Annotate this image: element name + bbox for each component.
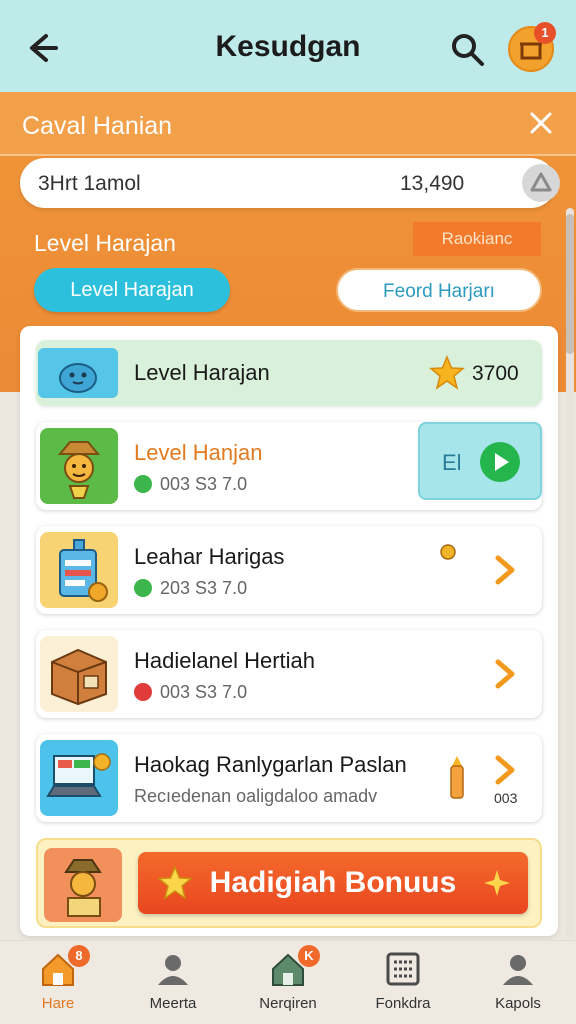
chevron-right-icon[interactable] — [486, 656, 522, 692]
ranking-tag[interactable]: Raokianc — [413, 222, 541, 256]
bonus-thumbnail — [44, 848, 122, 922]
filter-button[interactable] — [522, 164, 560, 202]
nav-item-nerqiren[interactable]: K Nerqiren — [230, 941, 346, 1024]
sparkle-icon — [484, 870, 510, 896]
grid-icon — [386, 952, 420, 986]
bonus-button[interactable]: Hadigiah Bonuus — [138, 852, 528, 914]
torch-icon — [450, 756, 464, 799]
bonus-button-label: Hadigiah Bonuus — [209, 866, 457, 899]
nav-badge: K — [298, 945, 320, 967]
panel-close-button[interactable] — [526, 108, 556, 138]
creature-icon — [59, 363, 97, 393]
crate-icon — [51, 648, 107, 706]
list-item-subtitle: 003 S3 7.0 — [134, 682, 247, 703]
crate-thumbnail — [40, 636, 118, 712]
bottom-navigation: 8 Hare Meerta K Nerqiren Fonkdra Kapols — [0, 940, 576, 1024]
list-item-leahar-harigas[interactable]: Leahar Harigas 203 S3 7.0 — [36, 526, 542, 614]
play-icon — [480, 442, 520, 482]
nav-badge: 8 — [68, 945, 90, 967]
search-button[interactable] — [448, 30, 488, 70]
coin-icon — [440, 544, 456, 560]
scrollbar-thumb[interactable] — [566, 214, 574, 354]
top-app-bar: Kesudgan 1 — [0, 0, 576, 92]
nav-label: Kapols — [495, 995, 541, 1012]
bottle-thumbnail — [40, 532, 118, 608]
play-action-label: El — [442, 450, 462, 475]
panel-title: Caval Hanian — [22, 112, 173, 140]
featured-thumbnail — [38, 348, 118, 398]
search-amount: 13,490 — [400, 172, 465, 195]
featured-title: Level Harajan — [134, 360, 270, 385]
featured-row[interactable]: Level Harajan 3700 — [36, 340, 542, 406]
section-label: Level Harajan — [34, 230, 176, 256]
profile-icon — [503, 955, 533, 985]
farmer-thumbnail — [40, 428, 118, 504]
bonus-row: Hadigiah Bonuus — [36, 838, 542, 928]
status-dot-red — [134, 683, 152, 701]
nav-label: Meerta — [149, 995, 197, 1012]
status-dot-green — [134, 475, 152, 493]
nav-item-meerta[interactable]: Meerta — [115, 941, 231, 1024]
page-title: Kesudgan — [215, 30, 361, 63]
list-item-title: Level Hanjan — [134, 440, 263, 465]
search-input[interactable]: 3Hrt 1amol 13,490 — [20, 158, 560, 208]
nav-label: Hare — [41, 995, 75, 1012]
list-item-title: Haokag Ranlygarlan Paslan — [134, 752, 407, 777]
panel-header: Caval Hanian — [0, 92, 576, 156]
laptop-icon — [46, 753, 111, 797]
profile-avatar-button[interactable]: 1 — [508, 22, 556, 72]
nav-label: Nerqiren — [259, 995, 317, 1012]
list-item-subtitle: Recıedenan oaligdaloo amadv — [134, 786, 378, 806]
list-item-subtitle: 003 S3 7.0 — [134, 474, 247, 495]
nav-item-home[interactable]: 8 Hare — [0, 941, 116, 1024]
list-item-title: Leahar Harigas — [134, 544, 285, 569]
list-item-meta: 003 S3 7.0 — [160, 682, 248, 702]
list-item-haokag-ranlygarlan[interactable]: Haokag Ranlygarlan Paslan Recıedenan oal… — [36, 734, 542, 822]
user-icon — [158, 955, 188, 985]
star-icon — [429, 355, 465, 390]
list-item-level-hanjan[interactable]: Level Hanjan 003 S3 7.0 El — [36, 422, 542, 510]
featured-score: 3700 — [472, 362, 519, 385]
list-item-meta: 003 S3 7.0 — [160, 474, 248, 494]
list-item-meta: 203 S3 7.0 — [160, 578, 248, 598]
chevron-right-icon[interactable] — [486, 752, 522, 788]
nav-item-fonkdra[interactable]: Fonkdra — [345, 941, 461, 1024]
nav-item-kapols[interactable]: Kapols — [460, 941, 576, 1024]
play-action-button[interactable]: El — [418, 422, 542, 500]
close-x-icon — [530, 112, 552, 134]
laptop-thumbnail — [40, 740, 118, 816]
status-dot-green — [134, 579, 152, 597]
list-item-extra: 003 — [494, 790, 518, 806]
bottle-icon — [59, 539, 108, 602]
list-item-subtitle: 203 S3 7.0 — [134, 578, 247, 599]
star-icon — [157, 865, 193, 900]
farmer-icon — [57, 441, 101, 499]
triangle-filter-icon — [530, 172, 552, 192]
search-input-value: 3Hrt 1amol — [38, 172, 141, 195]
search-icon — [452, 34, 484, 66]
character-icon — [64, 859, 102, 917]
tab-feord-harjari[interactable]: Feord Harjarı — [336, 268, 542, 312]
tab-level-harajan[interactable]: Level Harajan — [34, 268, 230, 312]
list-item-hadielanel-hertiah[interactable]: Hadielanel Hertiah 003 S3 7.0 — [36, 630, 542, 718]
notification-badge: 1 — [534, 22, 556, 44]
nav-label: Fonkdra — [375, 995, 431, 1012]
list-item-title: Hadielanel Hertiah — [134, 648, 315, 673]
chevron-right-icon[interactable] — [486, 552, 522, 588]
